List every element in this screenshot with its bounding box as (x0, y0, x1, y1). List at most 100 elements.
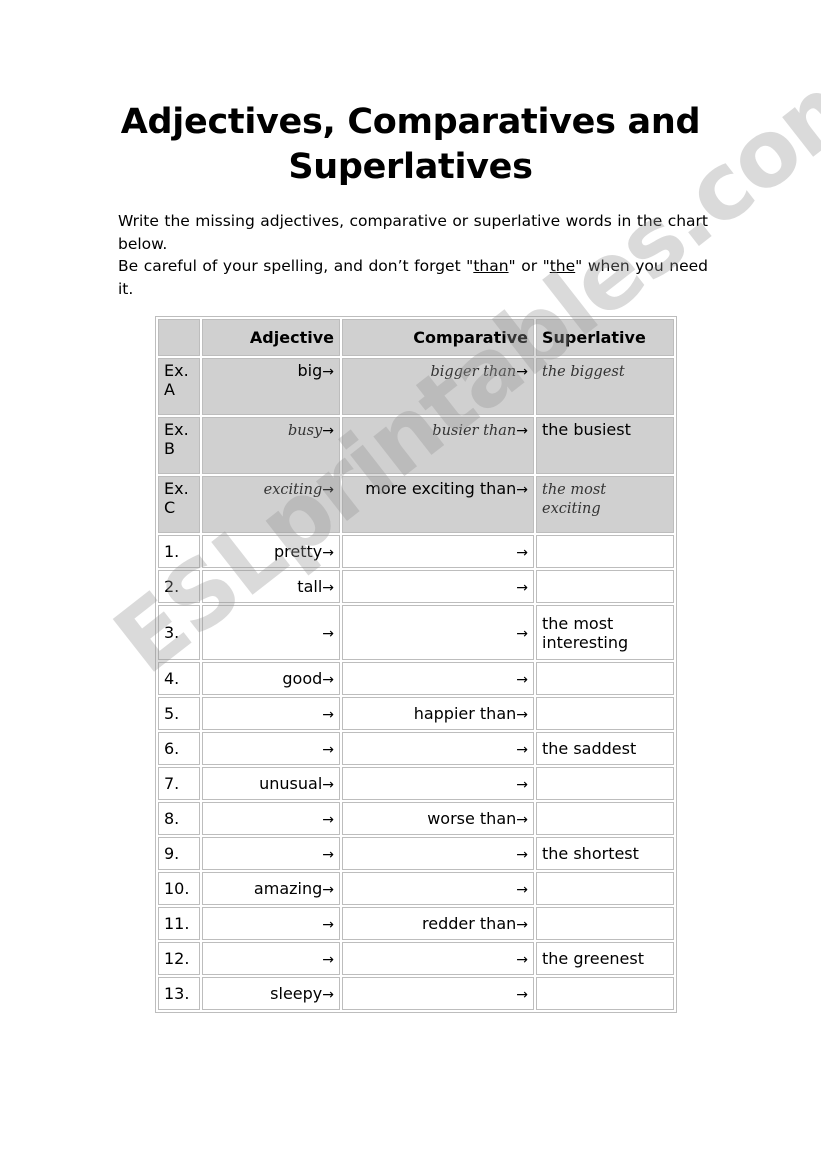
comparative-cell[interactable]: → (342, 732, 534, 765)
row-number: 7. (158, 767, 200, 800)
adjective-cell[interactable]: → (202, 802, 340, 835)
superlative-cell[interactable] (536, 907, 674, 940)
instructions-line-1: Write the missing adjectives, comparativ… (118, 212, 708, 253)
superlative-cell[interactable]: the greenest (536, 942, 674, 975)
superlative-cell[interactable] (536, 872, 674, 905)
superlative-cell[interactable]: the most exciting (536, 476, 674, 533)
comparative-cell[interactable]: → (342, 535, 534, 568)
arrow-icon: → (322, 847, 334, 863)
adjective-cell[interactable]: pretty→ (202, 535, 340, 568)
arrow-icon: → (516, 987, 528, 1003)
comparative-cell[interactable]: → (342, 977, 534, 1010)
arrow-icon: → (322, 917, 334, 933)
comparative-cell[interactable]: → (342, 872, 534, 905)
table-row: 2. tall→ → (158, 570, 674, 603)
superlative-cell-text: the shortest (542, 844, 639, 863)
comparative-cell[interactable]: redder than→ (342, 907, 534, 940)
word-than: than (473, 257, 509, 275)
arrow-icon: → (322, 812, 334, 828)
header-comparative: Comparative (342, 319, 534, 356)
row-number: Ex. B (158, 417, 200, 474)
superlative-cell[interactable] (536, 767, 674, 800)
adjective-cell[interactable]: → (202, 605, 340, 660)
row-number: 6. (158, 732, 200, 765)
instructions-line-2: Be careful of your spelling, and don’t f… (118, 255, 708, 300)
superlative-cell[interactable] (536, 802, 674, 835)
arrow-icon: → (322, 364, 334, 380)
adjective-cell[interactable]: big→ (202, 358, 340, 415)
page-title: Adjectives, Comparatives and Superlative… (120, 102, 701, 187)
arrow-icon: → (322, 882, 334, 898)
adjective-cell[interactable]: tall→ (202, 570, 340, 603)
arrow-icon: → (322, 545, 334, 561)
adjective-cell-text: pretty (274, 542, 323, 561)
adjective-cell-text: exciting (263, 482, 323, 498)
row-number: 13. (158, 977, 200, 1010)
adjective-cell[interactable]: sleepy→ (202, 977, 340, 1010)
row-number: 11. (158, 907, 200, 940)
adjective-cell[interactable]: → (202, 907, 340, 940)
row-number: Ex. A (158, 358, 200, 415)
example-row: Ex. Bbusy→ busier than→ the busiest (158, 417, 674, 474)
superlative-cell[interactable]: the most interesting (536, 605, 674, 660)
comparative-cell[interactable]: → (342, 662, 534, 695)
comparative-cell[interactable]: bigger than→ (342, 358, 534, 415)
table-row: 1. pretty→ → (158, 535, 674, 568)
arrow-icon: → (516, 952, 528, 968)
header-adjective: Adjective (202, 319, 340, 356)
row-number: 5. (158, 697, 200, 730)
adjective-cell[interactable]: amazing→ (202, 872, 340, 905)
table-row: 13. sleepy→ → (158, 977, 674, 1010)
superlative-cell[interactable] (536, 977, 674, 1010)
arrow-icon: → (322, 423, 334, 439)
table-row: 9. → → the shortest (158, 837, 674, 870)
comparative-cell[interactable]: → (342, 942, 534, 975)
table-row: 12. → → the greenest (158, 942, 674, 975)
comparative-cell-text: busier than (432, 423, 517, 439)
superlative-cell[interactable] (536, 662, 674, 695)
comparative-cell[interactable]: busier than→ (342, 417, 534, 474)
adjective-cell[interactable]: → (202, 732, 340, 765)
comparative-cell[interactable]: → (342, 767, 534, 800)
arrow-icon: → (516, 917, 528, 933)
adjective-cell[interactable]: → (202, 837, 340, 870)
superlative-cell[interactable] (536, 535, 674, 568)
row-number: 1. (158, 535, 200, 568)
arrow-icon: → (322, 626, 334, 642)
comparative-cell[interactable]: → (342, 605, 534, 660)
table-row: 3. → → the most interesting (158, 605, 674, 660)
arrow-icon: → (322, 707, 334, 723)
superlative-cell[interactable]: the biggest (536, 358, 674, 415)
table-row: 4. good→ → (158, 662, 674, 695)
row-number: 10. (158, 872, 200, 905)
superlative-cell[interactable]: the saddest (536, 732, 674, 765)
comparative-cell[interactable]: → (342, 837, 534, 870)
adjective-cell[interactable]: exciting→ (202, 476, 340, 533)
arrow-icon: → (322, 580, 334, 596)
arrow-icon: → (516, 707, 528, 723)
comparative-cell[interactable]: → (342, 570, 534, 603)
superlative-cell[interactable]: the busiest (536, 417, 674, 474)
adjective-cell-text: unusual (259, 774, 323, 793)
header-number (158, 319, 200, 356)
adjective-cell[interactable]: good→ (202, 662, 340, 695)
arrow-icon: → (516, 847, 528, 863)
row-number: 8. (158, 802, 200, 835)
superlative-cell-text: the most exciting (542, 482, 607, 517)
comparative-cell[interactable]: happier than→ (342, 697, 534, 730)
comparative-cell[interactable]: more exciting than→ (342, 476, 534, 533)
superlative-cell[interactable] (536, 697, 674, 730)
superlative-cell[interactable]: the shortest (536, 837, 674, 870)
adjective-cell[interactable]: → (202, 942, 340, 975)
instructions: Write the missing adjectives, comparativ… (118, 210, 708, 300)
adjective-cell-text: amazing (253, 879, 323, 898)
instr-text-b: " or " (508, 257, 550, 275)
comparative-cell[interactable]: worse than→ (342, 802, 534, 835)
adjective-cell[interactable]: unusual→ (202, 767, 340, 800)
adjective-cell[interactable]: → (202, 697, 340, 730)
superlative-cell[interactable] (536, 570, 674, 603)
arrow-icon: → (516, 742, 528, 758)
adjective-cell[interactable]: busy→ (202, 417, 340, 474)
superlative-cell-text: the biggest (542, 364, 625, 380)
header-row: Adjective Comparative Superlative (158, 319, 674, 356)
